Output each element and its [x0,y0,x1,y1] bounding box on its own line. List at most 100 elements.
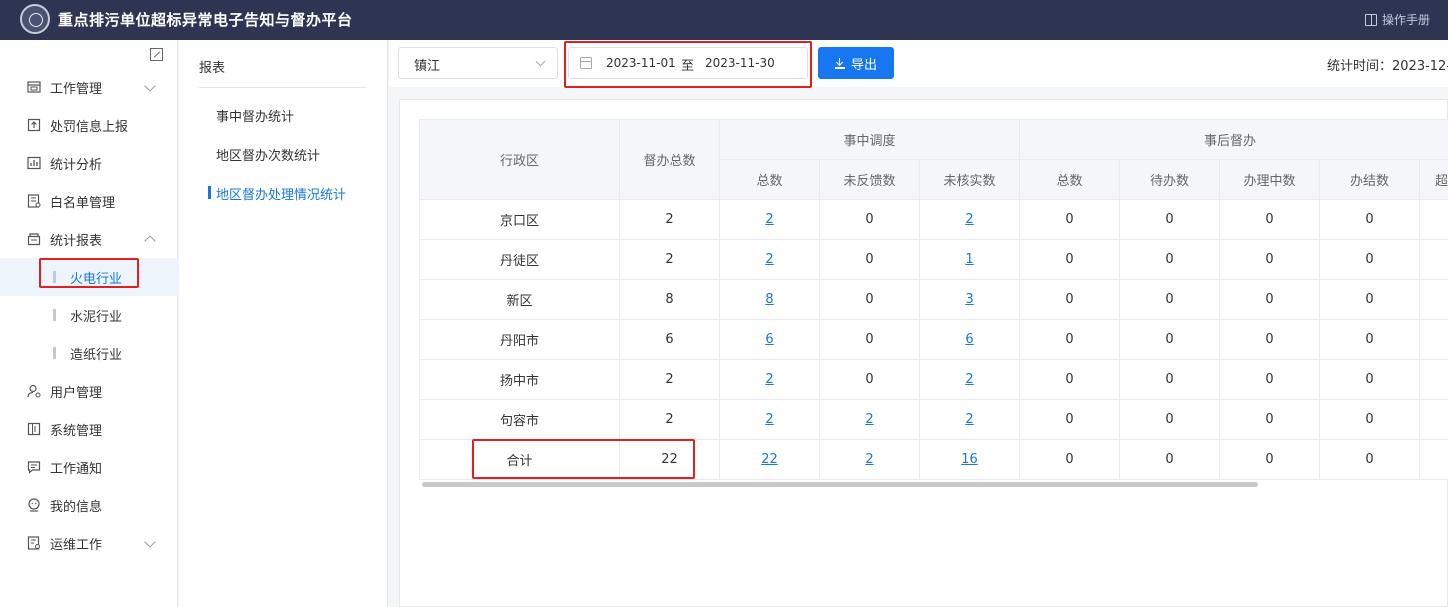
sidebar-item-label: 我的信息 [50,499,103,515]
cell-d-unver: 3 [919,279,1020,320]
emblem-logo-icon [20,4,50,34]
cell-a-over [1418,199,1448,240]
sidebar-item-profile[interactable]: 我的信息 [0,486,178,524]
header-after-todo: 待办数 [1119,159,1220,200]
cell-a-done: 0 [1319,239,1420,280]
sidebar-item-ops[interactable]: 运维工作 [0,524,178,562]
cell-link[interactable]: 2 [765,212,773,227]
penalty-upload-icon [26,117,42,133]
sidebar-item-work-management[interactable]: 工作管理 [0,68,178,106]
sidebar-item-whitelist[interactable]: 白名单管理 [0,182,178,220]
cell-a-total: 0 [1019,279,1120,320]
sidebar-item-system[interactable]: 系统管理 [0,410,178,448]
sidebar-item-label: 统计分析 [50,157,103,173]
region-select[interactable]: 镇江 [398,47,558,79]
sidebar-subitem[interactable]: 火电行业 [0,258,178,296]
cell-a-doing: 0 [1219,279,1320,320]
sidebar-item-penalty-upload[interactable]: 处罚信息上报 [0,106,178,144]
sidebar-subitem-label: 水泥行业 [70,309,123,325]
cell-link[interactable]: 1 [965,252,973,267]
cell-a-over [1418,319,1448,360]
table-row: 丹徒区 2 2 0 1 0 0 0 0 [419,239,1448,280]
cell-link[interactable]: 2 [965,372,973,387]
report-icon [26,231,42,247]
header-region: 行政区 [419,119,620,200]
header-after-done: 办结数 [1319,159,1420,200]
cell-link[interactable]: 16 [961,452,978,467]
sidebar-subitem-label: 火电行业 [70,271,123,287]
cell-link[interactable]: 6 [965,332,973,347]
top-bar: 重点排污单位超标异常电子告知与督办平台 操作手册 [0,0,1448,40]
cell-region: 句容市 [419,399,620,440]
report-subpanel: 报表 事中督办统计 地区督办次数统计 地区督办处理情况统计 [179,40,388,607]
cell-link[interactable]: 2 [965,412,973,427]
export-button[interactable]: 导出 [818,47,894,79]
cell-d-unver: 2 [919,359,1020,400]
cell-link[interactable]: 22 [761,452,778,467]
cell-d-total: 2 [719,399,820,440]
sidebar-item-chart[interactable]: 统计分析 [0,144,178,182]
sidebar-item-label: 工作通知 [50,461,103,477]
cell-total: 2 [619,359,720,400]
subpanel-title: 报表 [199,61,226,76]
collapse-sidebar-icon[interactable] [150,48,163,61]
cell-d-unfb: 0 [819,239,920,280]
sidebar: 工作管理 处罚信息上报统计分析白名单管理统计报表火电行业水泥行业造纸行业 用户管理系… [0,40,178,607]
report-link-region-handling[interactable]: 地区督办处理情况统计 [207,184,346,203]
cell-region: 新区 [419,279,620,320]
cell-link[interactable]: 8 [765,292,773,307]
sidebar-item-report[interactable]: 统计报表 [0,220,178,258]
cell-d-unver: 1 [919,239,1020,280]
cell-d-total: 2 [719,199,820,240]
table-row: 京口区 2 2 0 2 0 0 0 0 [419,199,1448,240]
cell-link[interactable]: 2 [965,212,973,227]
cell-a-over [1418,439,1448,480]
header-after-processing: 办理中数 [1219,159,1320,200]
header-during-unfeedback: 未反馈数 [819,159,920,200]
ops-icon [26,535,42,551]
date-range-picker[interactable]: 2023-11-01 至 2023-11-30 [568,47,808,79]
sidebar-menu: 工作管理 处罚信息上报统计分析白名单管理统计报表火电行业水泥行业造纸行业 用户管理系… [0,68,178,562]
header-during-unverified: 未核实数 [919,159,1020,200]
cell-d-unfb: 0 [819,279,920,320]
sidebar-item-notice[interactable]: 工作通知 [0,448,178,486]
cell-a-todo: 0 [1119,399,1220,440]
chart-icon [26,155,42,171]
scrollbar-thumb[interactable] [422,482,1258,487]
sidebar-item-user[interactable]: 用户管理 [0,372,178,410]
date-end[interactable]: 2023-11-30 [705,56,775,70]
cell-a-done: 0 [1319,279,1420,320]
horizontal-scrollbar[interactable] [419,481,1448,487]
manual-link[interactable]: 操作手册 [1364,11,1430,28]
cell-link[interactable]: 2 [865,452,873,467]
cell-total: 2 [619,199,720,240]
notice-icon [26,459,42,475]
table-row: 合计 22 22 2 16 0 0 0 0 [419,439,1448,480]
table-row: 句容市 2 2 2 2 0 0 0 0 [419,399,1448,440]
cell-region: 扬中市 [419,359,620,400]
sidebar-item-label: 统计报表 [50,233,103,249]
header-during-group: 事中调度 [719,119,1020,160]
cell-link[interactable]: 2 [765,372,773,387]
header-total: 督办总数 [619,119,720,200]
cell-link[interactable]: 3 [965,292,973,307]
header-after-group: 事后督办 [1018,119,1448,160]
report-link-region-count[interactable]: 地区督办次数统计 [216,145,320,164]
cell-link[interactable]: 6 [765,332,773,347]
chevron-up-icon [144,235,156,247]
cell-d-total: 2 [719,359,820,400]
chevron-down-icon [535,56,546,67]
book-icon [1364,13,1377,26]
report-link-during-stats[interactable]: 事中督办统计 [216,106,294,125]
cell-link[interactable]: 2 [865,412,873,427]
date-start[interactable]: 2023-11-01 [606,56,676,70]
sidebar-subitem[interactable]: 水泥行业 [0,296,178,334]
sidebar-subitem[interactable]: 造纸行业 [0,334,178,372]
cell-a-todo: 0 [1119,439,1220,480]
cell-a-over [1418,399,1448,440]
report-table-wrapper[interactable]: 行政区 督办总数 事中调度 事后督办 总数 未反馈数 未核实数 总数 待办数 办… [419,119,1448,480]
cell-link[interactable]: 2 [765,412,773,427]
cell-d-unfb: 2 [819,439,920,480]
sidebar-item-label: 白名单管理 [50,195,116,211]
cell-link[interactable]: 2 [765,252,773,267]
